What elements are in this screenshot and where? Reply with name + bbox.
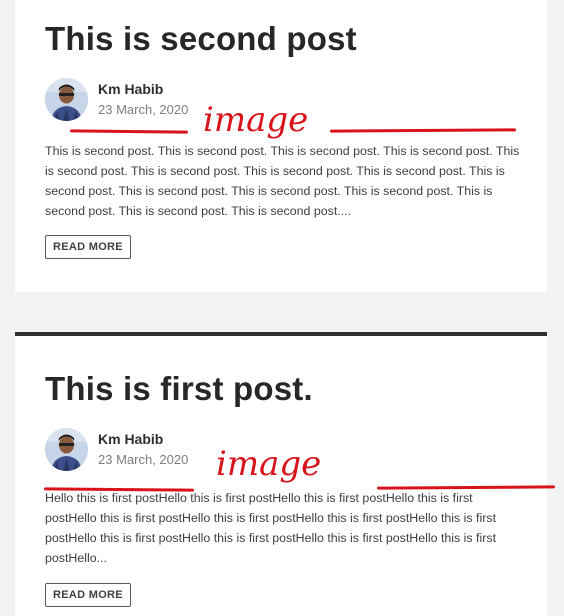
post-title[interactable]: This is first post. xyxy=(45,370,313,408)
post-date: 23 March, 2020 xyxy=(98,102,189,117)
post-excerpt: Hello this is first postHello this is fi… xyxy=(45,491,497,565)
read-more-button[interactable]: READ MORE xyxy=(45,235,131,259)
author-avatar-icon xyxy=(45,78,88,121)
post-title[interactable]: This is second post xyxy=(45,20,357,58)
annotation-image-label: image xyxy=(216,444,322,484)
post-card-second: This is second post Km Habib 23 March, 2… xyxy=(15,0,547,292)
author-name: Km Habib xyxy=(98,81,164,97)
read-more-button[interactable]: READ MORE xyxy=(45,583,131,607)
author-name: Km Habib xyxy=(98,431,164,447)
blog-post-list: This is second post Km Habib 23 March, 2… xyxy=(0,0,564,616)
author-avatar-icon xyxy=(45,428,88,471)
annotation-image-label: image xyxy=(203,100,309,140)
post-excerpt: This is second post. This is second post… xyxy=(45,144,520,218)
post-date: 23 March, 2020 xyxy=(98,452,189,467)
